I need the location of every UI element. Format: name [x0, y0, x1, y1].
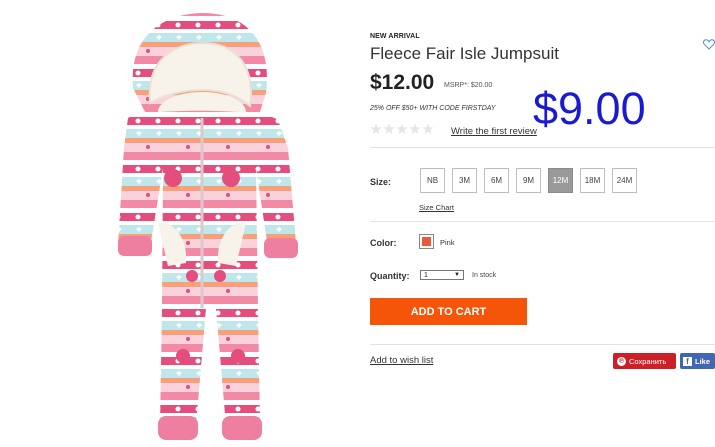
- chevron-down-icon: ▼: [454, 272, 460, 278]
- product-image: [118, 13, 298, 440]
- promo-text: 25% OFF $50+ WITH CODE FIRSTDAY: [370, 105, 496, 112]
- swatch-fill: [422, 237, 431, 246]
- divider: [370, 344, 715, 345]
- stock-status: In stock: [472, 272, 497, 279]
- size-option-6m[interactable]: 6M: [484, 168, 509, 193]
- add-to-cart-button[interactable]: ADD TO CART: [370, 298, 527, 325]
- facebook-icon: f: [683, 356, 692, 366]
- size-option-12m[interactable]: 12M: [548, 168, 573, 193]
- facebook-label: Like: [695, 356, 711, 366]
- pinterest-icon: ℗: [617, 356, 626, 366]
- star-icon: [409, 123, 421, 134]
- size-option-24m[interactable]: 24M: [612, 168, 637, 193]
- divider: [370, 221, 715, 222]
- quantity-label: Quantity:: [370, 271, 410, 281]
- msrp-price: MSRP*: $20.00: [444, 82, 493, 89]
- star-icon: [383, 123, 395, 134]
- write-review-link[interactable]: Write the first review: [451, 126, 537, 137]
- pinterest-save-button[interactable]: ℗ Сохранить: [613, 353, 676, 369]
- color-label: Color:: [370, 238, 397, 248]
- sale-price-overlay: $9.00: [533, 83, 646, 134]
- product-title: Fleece Fair Isle Jumpsuit: [370, 44, 559, 63]
- quantity-value: 1: [424, 271, 428, 279]
- size-option-nb[interactable]: NB: [420, 168, 445, 193]
- new-arrival-badge: NEW ARRIVAL: [370, 33, 420, 40]
- wishlist-heart-icon[interactable]: [703, 38, 715, 50]
- pinterest-label: Сохранить: [629, 356, 667, 366]
- size-option-3m[interactable]: 3M: [452, 168, 477, 193]
- star-icon: [396, 123, 408, 134]
- star-icon: [370, 123, 382, 134]
- star-icon: [422, 123, 434, 134]
- color-name: Pink: [440, 238, 455, 247]
- rating-stars: [370, 123, 434, 134]
- size-selector: NB 3M 6M 9M 12M 18M 24M: [420, 168, 637, 193]
- price: $12.00: [370, 71, 435, 94]
- facebook-like-button[interactable]: f Like: [680, 353, 715, 369]
- add-to-wish-list-link[interactable]: Add to wish list: [370, 355, 433, 366]
- divider: [370, 147, 715, 148]
- size-chart-link[interactable]: Size Chart: [419, 203, 454, 212]
- color-swatch-pink[interactable]: [419, 234, 434, 249]
- size-option-9m[interactable]: 9M: [516, 168, 541, 193]
- quantity-select[interactable]: 1 ▼: [420, 270, 464, 280]
- size-label: Size:: [370, 177, 392, 187]
- size-option-18m[interactable]: 18M: [580, 168, 605, 193]
